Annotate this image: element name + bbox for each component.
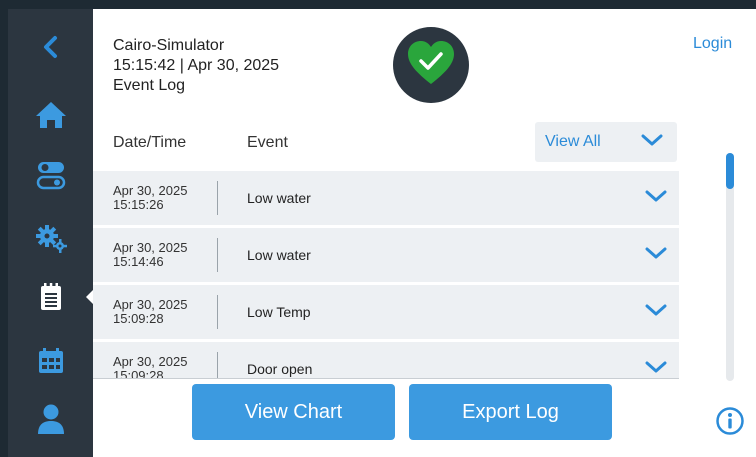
column-header-event: Event: [247, 134, 288, 151]
view-all-label: View All: [545, 133, 601, 150]
row-divider: [217, 181, 218, 215]
row-datetime: Apr 30, 2025 15:09:28: [113, 354, 188, 379]
row-divider: [217, 295, 218, 329]
back-arrow-icon: [41, 35, 61, 59]
info-icon: [715, 407, 745, 440]
table-row[interactable]: Apr 30, 2025 15:09:28 Low Temp: [93, 285, 679, 339]
row-date: Apr 30, 2025: [113, 183, 188, 198]
chevron-down-icon[interactable]: [645, 303, 667, 322]
table-row[interactable]: Apr 30, 2025 15:14:46 Low water: [93, 228, 679, 282]
sidebar: [8, 9, 95, 457]
row-divider: [217, 238, 218, 272]
chevron-down-icon[interactable]: [645, 360, 667, 378]
row-date: Apr 30, 2025: [113, 354, 188, 369]
chevron-down-icon[interactable]: [645, 246, 667, 265]
app-frame: Cairo-Simulator 15:15:42 | Apr 30, 2025 …: [8, 9, 756, 457]
heart-check-icon: [406, 40, 456, 91]
settings-gears-icon: [34, 224, 68, 254]
row-date: Apr 30, 2025: [113, 297, 188, 312]
row-time: 15:15:26: [113, 197, 164, 212]
row-datetime: Apr 30, 2025 15:09:28: [113, 298, 187, 326]
row-event: Door open: [247, 361, 313, 377]
chevron-down-icon: [641, 133, 663, 152]
home-icon: [34, 100, 68, 130]
system-status[interactable]: [393, 27, 469, 103]
event-list: Apr 30, 2025 15:15:26 Low water Apr 30, …: [93, 169, 679, 378]
table-row[interactable]: Apr 30, 2025 15:09:28 Door open: [93, 342, 679, 378]
notepad-icon: [38, 282, 64, 312]
info-button[interactable]: [715, 406, 745, 436]
row-datetime: Apr 30, 2025 15:14:46: [113, 241, 187, 269]
view-all-dropdown[interactable]: View All: [535, 122, 677, 162]
row-time: 15:09:28: [113, 368, 164, 379]
scrollbar-thumb[interactable]: [726, 153, 734, 189]
clock-date: 15:15:42 | Apr 30, 2025: [113, 57, 280, 74]
toggle-switch-icon: [36, 160, 66, 190]
row-event: Low water: [247, 190, 311, 206]
row-time: 15:09:28: [113, 311, 164, 326]
sidebar-item-schedule[interactable]: [8, 335, 93, 387]
sidebar-item-event-log[interactable]: [8, 271, 93, 323]
calendar-icon: [36, 346, 66, 376]
header-info: Cairo-Simulator 15:15:42 | Apr 30, 2025 …: [113, 36, 279, 96]
column-header-datetime: Date/Time: [113, 134, 187, 151]
page-title: Event Log: [113, 77, 186, 94]
sidebar-item-settings[interactable]: [8, 213, 93, 265]
back-button[interactable]: [8, 21, 93, 73]
table-row[interactable]: Apr 30, 2025 15:15:26 Low water: [93, 171, 679, 225]
row-date: Apr 30, 2025: [113, 240, 188, 255]
chevron-down-icon[interactable]: [645, 189, 667, 208]
row-datetime: Apr 30, 2025 15:15:26: [113, 184, 187, 212]
view-chart-button[interactable]: View Chart: [192, 384, 395, 440]
app-name: Cairo-Simulator: [113, 37, 225, 54]
sidebar-item-user[interactable]: [8, 393, 93, 445]
export-log-button[interactable]: Export Log: [409, 384, 612, 440]
sidebar-item-controls[interactable]: [8, 149, 93, 201]
row-time: 15:14:46: [113, 254, 164, 269]
user-icon: [36, 403, 66, 435]
row-divider: [217, 352, 218, 378]
scrollbar[interactable]: [726, 153, 734, 381]
row-event: Low Temp: [247, 304, 311, 320]
login-link[interactable]: Login: [693, 35, 732, 53]
row-event: Low water: [247, 247, 311, 263]
sidebar-item-home[interactable]: [8, 89, 93, 141]
list-divider: [93, 378, 679, 379]
